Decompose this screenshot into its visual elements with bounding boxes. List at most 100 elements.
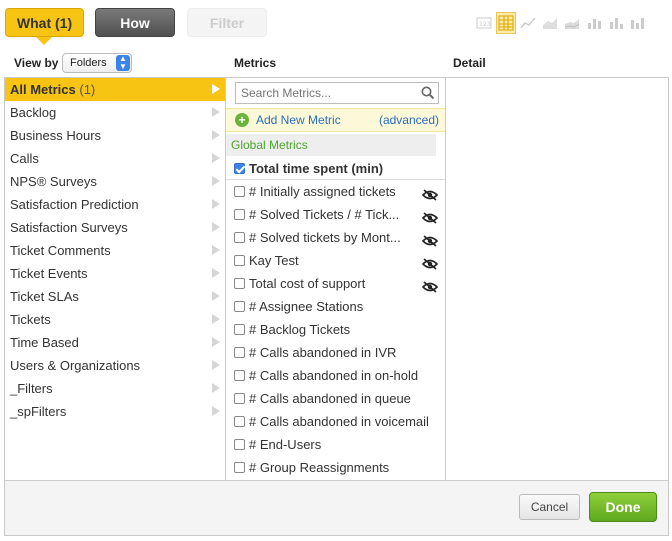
folder-item-ticket-events[interactable]: Ticket Events (5, 262, 225, 285)
dialog-footer: Cancel Done (5, 480, 668, 535)
metric-checkbox[interactable] (234, 324, 245, 335)
metric-checkbox[interactable] (234, 301, 245, 312)
advanced-link[interactable]: (advanced) (379, 109, 439, 131)
folder-label: Ticket Comments (10, 243, 111, 258)
metric-checkbox[interactable] (234, 255, 245, 266)
metric-checkbox[interactable] (234, 439, 245, 450)
metric-label: Total cost of support (249, 276, 366, 291)
folder-item-ticket-slas[interactable]: Ticket SLAs (5, 285, 225, 308)
metric-checkbox[interactable] (234, 393, 245, 404)
svg-text:123: 123 (479, 21, 491, 28)
add-new-metric-link[interactable]: Add New Metric (256, 109, 341, 131)
metric-label: # Initially assigned tickets (249, 184, 396, 199)
visualization-toolbar: 123 (474, 12, 648, 34)
metric-item[interactable]: # Calls abandoned in queue (226, 387, 445, 410)
tab-how[interactable]: How (95, 8, 175, 37)
chevron-right-icon (212, 222, 220, 232)
metric-label: # Assignee Stations (249, 299, 364, 314)
metric-item[interactable]: Total cost of support (226, 272, 445, 295)
folder-label: _Filters (10, 381, 53, 396)
add-metric-row: + Add New Metric (advanced) (226, 108, 445, 132)
metric-item[interactable]: # End-Users (226, 433, 445, 456)
search-input[interactable] (241, 86, 421, 100)
column-chart-icon[interactable] (628, 12, 648, 34)
metric-checkbox[interactable] (234, 209, 245, 220)
metric-label: # Solved Tickets / # Tick... (249, 207, 400, 222)
metric-item[interactable]: # Calls abandoned in on-hold (226, 364, 445, 387)
metric-picker-panel: All Metrics (1) Backlog Business Hours C… (4, 77, 669, 536)
metric-item[interactable]: # Solved Tickets / # Tick... (226, 203, 445, 226)
cancel-button[interactable]: Cancel (519, 494, 580, 520)
metric-item[interactable]: # Group Reassignments (226, 456, 445, 479)
metric-label: # Solved tickets by Mont... (249, 230, 401, 245)
folder-item-filters[interactable]: _Filters (5, 377, 225, 400)
chevron-right-icon (212, 314, 220, 324)
detail-header: Detail (453, 56, 486, 70)
metric-checkbox[interactable] (234, 186, 245, 197)
bar-chart-icon[interactable] (584, 12, 604, 34)
area-chart-icon[interactable] (540, 12, 560, 34)
metric-item[interactable]: # Calls abandoned in IVR (226, 341, 445, 364)
folder-item-users-organizations[interactable]: Users & Organizations (5, 354, 225, 377)
stacked-area-icon[interactable] (562, 12, 582, 34)
folder-item-nps-surveys[interactable]: NPS® Surveys (5, 170, 225, 193)
folder-item-time-based[interactable]: Time Based (5, 331, 225, 354)
folder-item-business-hours[interactable]: Business Hours (5, 124, 225, 147)
chevron-right-icon (212, 84, 220, 94)
folder-item-tickets[interactable]: Tickets (5, 308, 225, 331)
folder-item-satisfaction-prediction[interactable]: Satisfaction Prediction (5, 193, 225, 216)
folder-item-all-metrics[interactable]: All Metrics (1) (5, 78, 225, 101)
chevron-right-icon (212, 176, 220, 186)
folder-item-satisfaction-surveys[interactable]: Satisfaction Surveys (5, 216, 225, 239)
folder-label: _spFilters (10, 404, 67, 419)
chevron-right-icon (212, 130, 220, 140)
folder-item-spfilters[interactable]: _spFilters (5, 400, 225, 423)
metric-label: # Backlog Tickets (249, 322, 351, 337)
metric-checkbox[interactable] (234, 232, 245, 243)
metrics-search-box (235, 82, 439, 104)
search-icon[interactable] (421, 86, 435, 106)
folder-item-calls[interactable]: Calls (5, 147, 225, 170)
tab-filter[interactable]: Filter (187, 8, 267, 37)
metric-item[interactable]: Kay Test (226, 249, 445, 272)
chevron-right-icon (212, 337, 220, 347)
metric-list: Total time spent (min) # Initially assig… (226, 157, 445, 479)
chevron-right-icon (212, 153, 220, 163)
folder-label: Calls (10, 151, 39, 166)
tab-what[interactable]: What (1) (5, 8, 84, 37)
done-button[interactable]: Done (589, 492, 657, 522)
select-stepper-icon: ▲ ▼ (116, 55, 130, 71)
metric-item[interactable]: # Calls abandoned in voicemail (226, 410, 445, 433)
view-by-select[interactable]: Folders ▲ ▼ (62, 53, 132, 73)
metric-item[interactable]: Total time spent (min) (226, 157, 445, 180)
folder-label: Ticket SLAs (10, 289, 79, 304)
metric-checkbox[interactable] (234, 370, 245, 381)
metric-checkbox[interactable] (234, 163, 245, 174)
metric-item[interactable]: # Initially assigned tickets (226, 180, 445, 203)
chevron-right-icon (212, 383, 220, 393)
stacked-bar-icon[interactable] (606, 12, 626, 34)
table-icon[interactable] (496, 12, 516, 34)
plus-icon[interactable]: + (235, 113, 249, 127)
metric-item[interactable]: # Backlog Tickets (226, 318, 445, 341)
number-icon[interactable]: 123 (474, 12, 494, 34)
metric-label: # Group Reassignments (249, 460, 390, 475)
line-chart-icon[interactable] (518, 12, 538, 34)
metric-checkbox[interactable] (234, 416, 245, 427)
metric-label: # Calls abandoned in queue (249, 391, 411, 406)
chevron-right-icon (212, 291, 220, 301)
folder-label: Business Hours (10, 128, 102, 143)
metric-item[interactable]: # Assignee Stations (226, 295, 445, 318)
metric-checkbox[interactable] (234, 347, 245, 358)
folder-label: NPS® Surveys (10, 174, 97, 189)
metric-checkbox[interactable] (234, 278, 245, 289)
metric-label: # Calls abandoned in on-hold (249, 368, 419, 383)
folder-item-ticket-comments[interactable]: Ticket Comments (5, 239, 225, 262)
folder-label: Backlog (10, 105, 57, 120)
chevron-right-icon (212, 199, 220, 209)
metric-checkbox[interactable] (234, 462, 245, 473)
folder-label: Time Based (10, 335, 79, 350)
metric-item[interactable]: # Solved tickets by Mont... (226, 226, 445, 249)
folder-label: Satisfaction Surveys (10, 220, 128, 235)
folder-item-backlog[interactable]: Backlog (5, 101, 225, 124)
